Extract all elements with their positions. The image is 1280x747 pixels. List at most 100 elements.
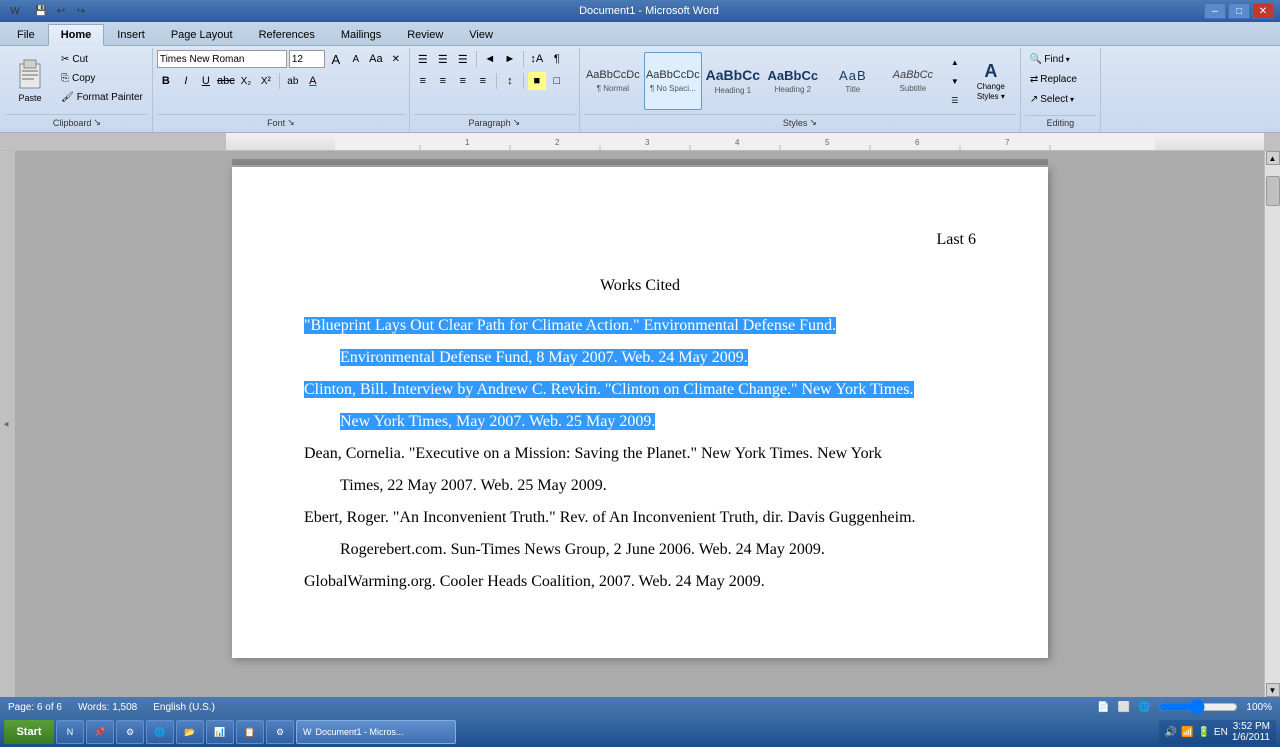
- increase-indent-button[interactable]: ►: [501, 50, 519, 68]
- taskbar-onenote[interactable]: N: [56, 720, 84, 744]
- status-view-web[interactable]: 🌐: [1138, 702, 1150, 713]
- taskbar-pin2[interactable]: ⚙: [116, 720, 144, 744]
- underline-button[interactable]: U: [197, 72, 215, 90]
- tab-file[interactable]: File: [4, 23, 48, 45]
- works-cited-entry-5[interactable]: GlobalWarming.org. Cooler Heads Coalitio…: [304, 566, 976, 598]
- taskbar-pin1[interactable]: 📌: [86, 720, 114, 744]
- undo-quick-btn[interactable]: ↩: [52, 2, 70, 20]
- status-view-print[interactable]: 📄: [1097, 702, 1109, 713]
- left-margin-arrow[interactable]: ◄: [2, 420, 10, 429]
- works-cited-entry-3[interactable]: Dean, Cornelia. "Executive on a Mission:…: [304, 438, 976, 502]
- close-button[interactable]: ✕: [1252, 3, 1274, 19]
- taskbar-pin6[interactable]: 📋: [236, 720, 264, 744]
- ruler-left-margin: [0, 133, 226, 150]
- status-view-full[interactable]: ⬜: [1118, 702, 1130, 713]
- tab-insert[interactable]: Insert: [104, 23, 158, 45]
- decrease-indent-button[interactable]: ◄: [481, 50, 499, 68]
- clipboard-expand-icon[interactable]: ↘: [93, 117, 101, 128]
- show-hide-button[interactable]: ¶: [548, 50, 566, 68]
- taskbar-pin4[interactable]: 📂: [176, 720, 204, 744]
- align-center-button[interactable]: ≡: [434, 72, 452, 90]
- styles-scroll-up[interactable]: ▲: [946, 53, 964, 71]
- format-painter-label: Format Painter: [77, 92, 143, 103]
- taskbar-pin3[interactable]: 🌐: [146, 720, 174, 744]
- minimize-button[interactable]: –: [1204, 3, 1226, 19]
- find-button[interactable]: 🔍 Find ▾: [1025, 50, 1075, 68]
- paragraph-content: ☰ ☰ ☰ ◄ ► ↕A ¶ ≡ ≡ ≡ ≡ ↕: [414, 50, 575, 112]
- styles-more[interactable]: ☰: [946, 91, 964, 109]
- copy-button[interactable]: ⎘ Copy: [56, 69, 148, 87]
- clear-format-button[interactable]: ✕: [387, 50, 405, 68]
- maximize-button[interactable]: □: [1228, 3, 1250, 19]
- taskbar-word-active[interactable]: W Document1 - Micros...: [296, 720, 456, 744]
- align-right-button[interactable]: ≡: [454, 72, 472, 90]
- replace-button[interactable]: ⇄ Replace: [1025, 70, 1082, 88]
- clipboard-content: Paste ✂ Cut ⎘ Copy 🖌 Format Painter: [6, 50, 148, 112]
- style-subtitle[interactable]: AaBbCc Subtitle: [884, 52, 942, 110]
- styles-expand-icon[interactable]: ↘: [809, 117, 817, 128]
- superscript-button[interactable]: X²: [257, 72, 275, 90]
- style-normal[interactable]: AaBbCcDc ¶ Normal: [584, 52, 642, 110]
- redo-quick-btn[interactable]: ↪: [72, 2, 90, 20]
- styles-scroll: ▲ ▼ ☰: [946, 53, 964, 109]
- justify-button[interactable]: ≡: [474, 72, 492, 90]
- font-color-button[interactable]: A: [304, 72, 322, 90]
- align-left-button[interactable]: ≡: [414, 72, 432, 90]
- works-cited-title[interactable]: Works Cited: [304, 273, 976, 299]
- shrink-font-button[interactable]: A: [347, 50, 365, 68]
- right-scrollbar[interactable]: ▲ ▼: [1264, 151, 1280, 697]
- multilevel-button[interactable]: ☰: [454, 50, 472, 68]
- style-no-spacing[interactable]: AaBbCcDc ¶ No Spaci...: [644, 52, 702, 110]
- italic-button[interactable]: I: [177, 72, 195, 90]
- bold-button[interactable]: B: [157, 72, 175, 90]
- works-cited-entry-1[interactable]: "Blueprint Lays Out Clear Path for Clima…: [304, 310, 976, 374]
- borders-button[interactable]: □: [548, 72, 566, 90]
- highlight-button[interactable]: ab: [284, 72, 302, 90]
- tab-review[interactable]: Review: [394, 23, 456, 45]
- shading-button[interactable]: ■: [528, 72, 546, 90]
- ruler-right: [1264, 133, 1280, 150]
- bullets-button[interactable]: ☰: [414, 50, 432, 68]
- works-cited-entry-2[interactable]: Clinton, Bill. Interview by Andrew C. Re…: [304, 374, 976, 438]
- works-cited-entry-4[interactable]: Ebert, Roger. "An Inconvenient Truth." R…: [304, 502, 976, 566]
- change-case-button[interactable]: Aa: [367, 50, 385, 68]
- tab-home[interactable]: Home: [48, 24, 105, 46]
- cut-button[interactable]: ✂ Cut: [56, 50, 148, 68]
- style-no-spacing-preview: AaBbCcDc: [646, 69, 700, 82]
- scroll-up-arrow[interactable]: ▲: [1266, 151, 1280, 165]
- paste-button[interactable]: Paste: [6, 50, 54, 108]
- page-wrapper: Last 6 Works Cited "Blueprint Lays Out C…: [232, 159, 1048, 689]
- style-normal-preview: AaBbCcDc: [586, 69, 640, 82]
- save-quick-btn[interactable]: 💾: [32, 2, 50, 20]
- grow-font-button[interactable]: A: [327, 50, 345, 68]
- tab-view[interactable]: View: [456, 23, 506, 45]
- tray-date: 1/6/2011: [1232, 732, 1270, 743]
- zoom-slider[interactable]: [1158, 701, 1238, 713]
- tab-references[interactable]: References: [246, 23, 328, 45]
- select-button[interactable]: ↗ Select ▾: [1025, 90, 1079, 108]
- entry-5-text: GlobalWarming.org. Cooler Heads Coalitio…: [304, 573, 765, 590]
- font-size-input[interactable]: [289, 50, 325, 68]
- select-label: Select: [1040, 94, 1068, 105]
- tab-mailings[interactable]: Mailings: [328, 23, 394, 45]
- strikethrough-button[interactable]: abc: [217, 72, 235, 90]
- style-title[interactable]: AaB Title: [824, 52, 882, 110]
- start-button[interactable]: Start: [4, 720, 54, 744]
- font-name-input[interactable]: [157, 50, 287, 68]
- styles-scroll-down[interactable]: ▼: [946, 72, 964, 90]
- subscript-button[interactable]: X₂: [237, 72, 255, 90]
- font-expand-icon[interactable]: ↘: [287, 117, 295, 128]
- paragraph-expand-icon[interactable]: ↘: [513, 117, 521, 128]
- line-spacing-button[interactable]: ↕: [501, 72, 519, 90]
- scroll-thumb[interactable]: [1266, 176, 1280, 206]
- numbering-button[interactable]: ☰: [434, 50, 452, 68]
- style-heading1[interactable]: AaBbCc Heading 1: [704, 52, 762, 110]
- tab-page-layout[interactable]: Page Layout: [158, 23, 246, 45]
- format-painter-button[interactable]: 🖌 Format Painter: [56, 88, 148, 106]
- taskbar-pin7[interactable]: ⚙: [266, 720, 294, 744]
- sort-button[interactable]: ↕A: [528, 50, 546, 68]
- scroll-down-arrow[interactable]: ▼: [1266, 683, 1280, 697]
- taskbar-pin5[interactable]: 📊: [206, 720, 234, 744]
- change-styles-button[interactable]: A Change Styles ▾: [966, 58, 1016, 104]
- style-heading2[interactable]: AaBbCc Heading 2: [764, 52, 822, 110]
